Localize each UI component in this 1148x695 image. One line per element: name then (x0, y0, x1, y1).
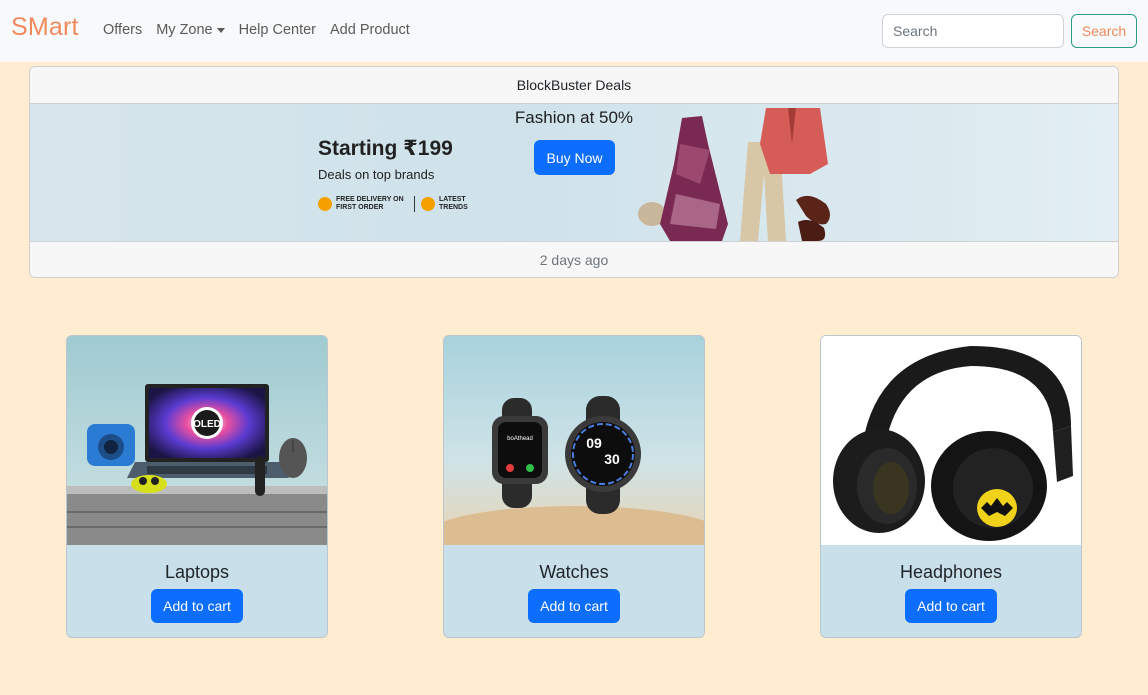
nav-link-my-zone-label: My Zone (156, 22, 213, 38)
buy-now-button[interactable]: Buy Now (534, 140, 615, 175)
deals-header: BlockBuster Deals (30, 67, 1118, 104)
product-title: Watches (539, 562, 609, 582)
nav-link-help-center[interactable]: Help Center (239, 22, 316, 38)
add-to-cart-button[interactable]: Add to cart (905, 589, 997, 623)
trend-arrow-icon (421, 197, 435, 211)
headphones-image (821, 336, 1081, 545)
nav-link-my-zone[interactable]: My Zone (156, 22, 225, 38)
dropdown-caret-icon (216, 27, 225, 33)
nav-link-add-product[interactable]: Add Product (330, 22, 410, 38)
badge-latest-trends-text: LATEST TRENDS (439, 196, 468, 211)
promo-headline: Starting ₹199 (318, 137, 453, 160)
search-input[interactable] (882, 14, 1064, 48)
badge-divider (414, 196, 415, 212)
promo-subtitle: Deals on top brands (318, 167, 435, 182)
svg-text:30: 30 (604, 451, 620, 467)
delivery-truck-icon (318, 197, 332, 211)
svg-text:09: 09 (586, 435, 602, 451)
product-title: Headphones (899, 562, 1003, 582)
deals-card: BlockBuster Deals Starting ₹199 Deals on… (29, 66, 1119, 278)
banner-title: Fashion at 50% (514, 108, 634, 127)
search-button[interactable]: Search (1071, 14, 1137, 48)
promo-badges: FREE DELIVERY ON FIRST ORDER LATEST TREN… (318, 196, 469, 212)
product-card-headphones: Headphones Add to cart (820, 335, 1082, 638)
add-to-cart-button[interactable]: Add to cart (528, 589, 620, 623)
nav-links: Offers My Zone Help Center Add Product (103, 22, 424, 38)
svg-text:boAthead: boAthead (507, 436, 533, 442)
nav-link-offers[interactable]: Offers (103, 22, 142, 38)
badge-free-delivery: FREE DELIVERY ON FIRST ORDER (318, 196, 408, 212)
watches-image: boAthead 09 30 (444, 336, 704, 545)
fashion-products-image (638, 108, 830, 241)
deals-banner: Starting ₹199 Deals on top brands FREE D… (30, 104, 1118, 241)
laptop-image: OLED (67, 336, 327, 545)
svg-text:OLED: OLED (193, 419, 221, 430)
product-card-laptops: OLED Laptops Add to cart (66, 335, 328, 638)
badge-free-delivery-text: FREE DELIVERY ON FIRST ORDER (336, 196, 404, 211)
product-title: Laptops (164, 562, 230, 582)
deals-timestamp: 2 days ago (30, 241, 1118, 277)
product-card-watches: boAthead 09 30 Watches Add to cart (443, 335, 705, 638)
brand-logo[interactable]: SMart (11, 13, 79, 42)
navbar: SMart Offers My Zone Help Center Add Pro… (0, 0, 1148, 62)
badge-latest-trends: LATEST TRENDS (421, 196, 469, 212)
add-to-cart-button[interactable]: Add to cart (151, 589, 243, 623)
